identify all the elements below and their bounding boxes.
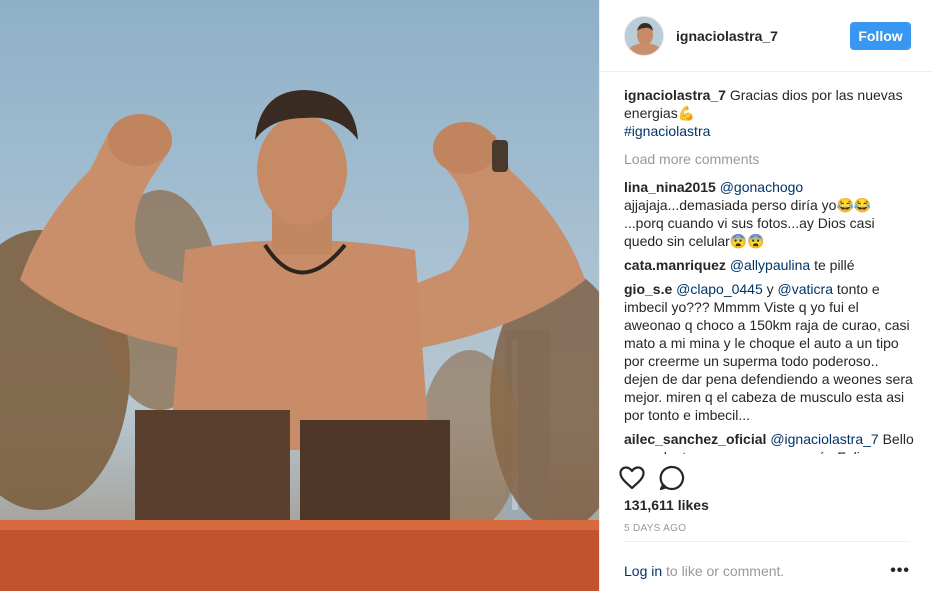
comment-mention-2[interactable]: @vaticra <box>778 281 833 297</box>
comment-username[interactable]: lina_nina2015 <box>624 179 716 195</box>
login-prompt-text: to like or comment. <box>666 563 785 579</box>
instagram-post: ignaciolastra_7 Follow ignaciolastra_7 G… <box>0 0 932 591</box>
divider <box>624 541 910 542</box>
post-timestamp: 5 DAYS AGO <box>624 523 687 534</box>
post-photo-illustration <box>0 90 599 591</box>
follow-button[interactable]: Follow <box>850 21 911 50</box>
comment-text: ajjajaja...demasiada perso diría yo😂😂 ..… <box>624 197 875 249</box>
comments-list[interactable]: ignaciolastra_7 Gracias dios por las nue… <box>624 86 914 454</box>
comment-connector: y <box>766 281 774 297</box>
login-prompt: Log in to like or comment. <box>624 563 890 579</box>
comment-item: cata.manriquez @allypaulina te pillé <box>624 256 914 274</box>
comment-mention[interactable]: @clapo_0445 <box>676 281 763 297</box>
comment-username[interactable]: ailec_sanchez_oficial <box>624 431 766 447</box>
post-footer: Log in to like or comment. ••• <box>624 562 910 580</box>
comment-item: lina_nina2015 @gonachogo ajjajaja...dema… <box>624 178 914 250</box>
author-username[interactable]: ignaciolastra_7 <box>676 28 850 44</box>
comment-mention[interactable]: @gonachogo <box>720 179 804 195</box>
caption-hashtag[interactable]: #ignaciolastra <box>624 123 710 139</box>
comment-item: ailec_sanchez_oficial @ignaciolastra_7 B… <box>624 430 914 454</box>
comment-icon[interactable] <box>656 462 688 494</box>
comment-mention[interactable]: @allypaulina <box>730 257 810 273</box>
more-options-icon[interactable]: ••• <box>890 562 910 580</box>
load-more-comments[interactable]: Load more comments <box>624 150 914 168</box>
post-side-panel: ignaciolastra_7 Follow ignaciolastra_7 G… <box>599 0 932 591</box>
comment-text: tonto e imbecil yo??? Mmmm Viste q yo fu… <box>624 281 913 423</box>
login-link[interactable]: Log in <box>624 563 662 579</box>
caption: ignaciolastra_7 Gracias dios por las nue… <box>624 86 914 140</box>
post-photo[interactable] <box>0 0 599 591</box>
comment-text: te pillé <box>814 257 855 273</box>
avatar-image <box>625 16 663 55</box>
avatar[interactable] <box>624 15 664 56</box>
comment-item: gio_s.e @clapo_0445 y @vaticra tonto e i… <box>624 280 914 424</box>
likes-count[interactable]: 131,611 likes <box>624 497 709 513</box>
heart-icon[interactable] <box>616 462 648 494</box>
post-header: ignaciolastra_7 Follow <box>600 0 932 72</box>
post-actions <box>616 462 696 494</box>
comment-username[interactable]: cata.manriquez <box>624 257 726 273</box>
comment-mention[interactable]: @ignaciolastra_7 <box>770 431 878 447</box>
comment-username[interactable]: gio_s.e <box>624 281 672 297</box>
caption-username[interactable]: ignaciolastra_7 <box>624 87 726 103</box>
